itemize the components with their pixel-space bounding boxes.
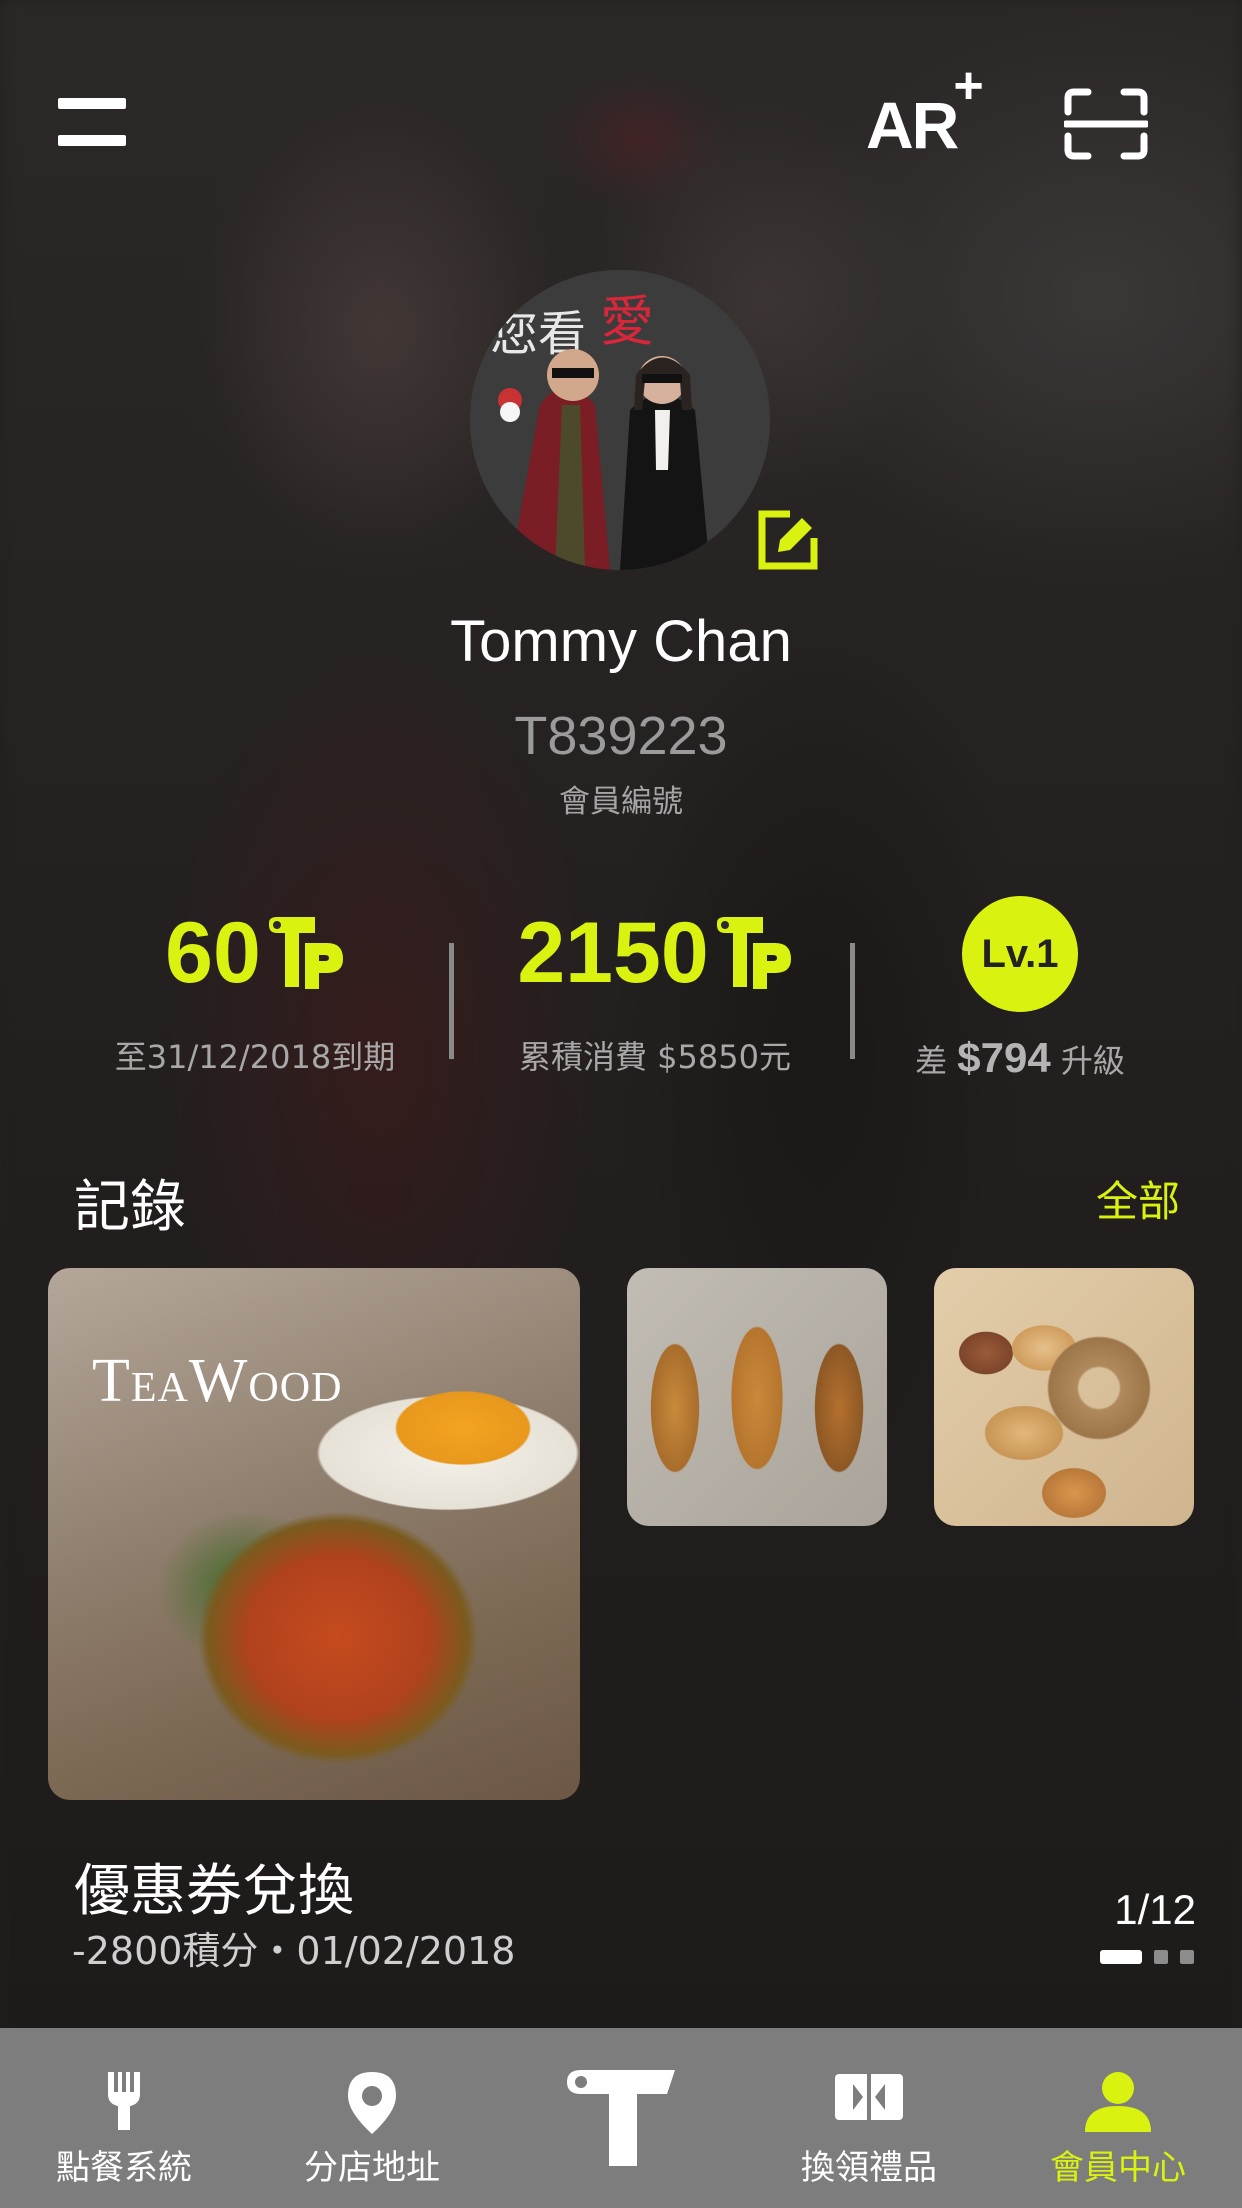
records-title: 記錄 xyxy=(74,1175,186,1240)
level-upgrade-text: 差 $794 升級 xyxy=(880,1034,1160,1082)
stats-divider xyxy=(850,943,855,1059)
upgrade-suffix: 升級 xyxy=(1060,1042,1125,1080)
carousel-dots xyxy=(1100,1950,1194,1964)
member-number: T839223 xyxy=(514,706,728,766)
ar-button[interactable]: AR+ xyxy=(866,60,984,158)
record-card-fried-chicken[interactable] xyxy=(627,1268,887,1526)
level-badge: Lv.1 xyxy=(962,896,1078,1012)
coupon-detail: -2800積分・01/02/2018 xyxy=(72,1929,516,1973)
edit-icon[interactable] xyxy=(756,510,818,570)
tab-label: 換領禮品 xyxy=(801,2148,937,2188)
stats-divider xyxy=(449,943,454,1059)
level-stat[interactable]: Lv.1 差 $794 升級 xyxy=(880,896,1160,1082)
tab-label: 點餐系統 xyxy=(56,2148,192,2188)
points-expiry: 至31/12/2018到期 xyxy=(114,1038,396,1076)
map-pin-icon xyxy=(348,2072,396,2134)
menu-icon[interactable] xyxy=(58,98,126,146)
tab-branches[interactable]: 分店地址 xyxy=(248,2028,496,2208)
carousel-dot[interactable] xyxy=(1180,1950,1194,1964)
teawood-logo: TEAWOOD xyxy=(92,1347,343,1415)
member-name: Tommy Chan xyxy=(450,609,792,674)
record-card-bakery[interactable] xyxy=(934,1268,1194,1526)
tab-home[interactable] xyxy=(497,2028,745,2208)
coupon-title: 優惠券兌換 xyxy=(74,1859,354,1924)
carousel-dot[interactable] xyxy=(1154,1950,1168,1964)
tab-label: 分店地址 xyxy=(304,2148,440,2188)
brand-t-icon xyxy=(567,2070,675,2166)
tab-gifts[interactable]: 換領禮品 xyxy=(745,2028,993,2208)
accumulated-value: 2150 xyxy=(517,905,709,1001)
points-value: 60 xyxy=(165,905,261,1001)
gift-exchange-icon xyxy=(835,2074,903,2120)
avatar[interactable]: 您看 愛 xyxy=(470,270,770,570)
member-icon xyxy=(1085,2072,1151,2132)
tab-label: 會員中心 xyxy=(1050,2148,1186,2188)
tp-icon xyxy=(268,917,343,989)
records-all-link[interactable]: 全部 xyxy=(1096,1168,1180,1229)
scan-icon[interactable] xyxy=(1064,88,1148,160)
fork-icon xyxy=(108,2072,140,2130)
member-number-label: 會員編號 xyxy=(559,784,683,820)
page-indicator: 1/12 xyxy=(1114,1886,1196,1933)
upgrade-prefix: 差 xyxy=(915,1042,948,1080)
record-card-teawood[interactable]: TEAWOOD xyxy=(48,1268,580,1800)
upgrade-amount: $794 xyxy=(957,1034,1051,1081)
tab-ordering[interactable]: 點餐系統 xyxy=(0,2028,248,2208)
carousel-dot[interactable] xyxy=(1100,1950,1142,1964)
tab-member-center[interactable]: 會員中心 xyxy=(994,2028,1242,2208)
ar-plus: + xyxy=(953,57,983,115)
points-stat: 60 至31/12/2018到期 xyxy=(90,910,420,1078)
svg-text:愛: 愛 xyxy=(600,290,654,353)
tp-icon xyxy=(716,917,791,989)
accumulated-spend: 累積消費 $5850元 xyxy=(519,1038,791,1076)
tab-bar: 點餐系統 分店地址 換領禮品 會員中心 xyxy=(0,2028,1242,2208)
accumulated-stat: 2150 累積消費 $5850元 xyxy=(480,910,830,1078)
ar-label: AR xyxy=(866,88,959,162)
